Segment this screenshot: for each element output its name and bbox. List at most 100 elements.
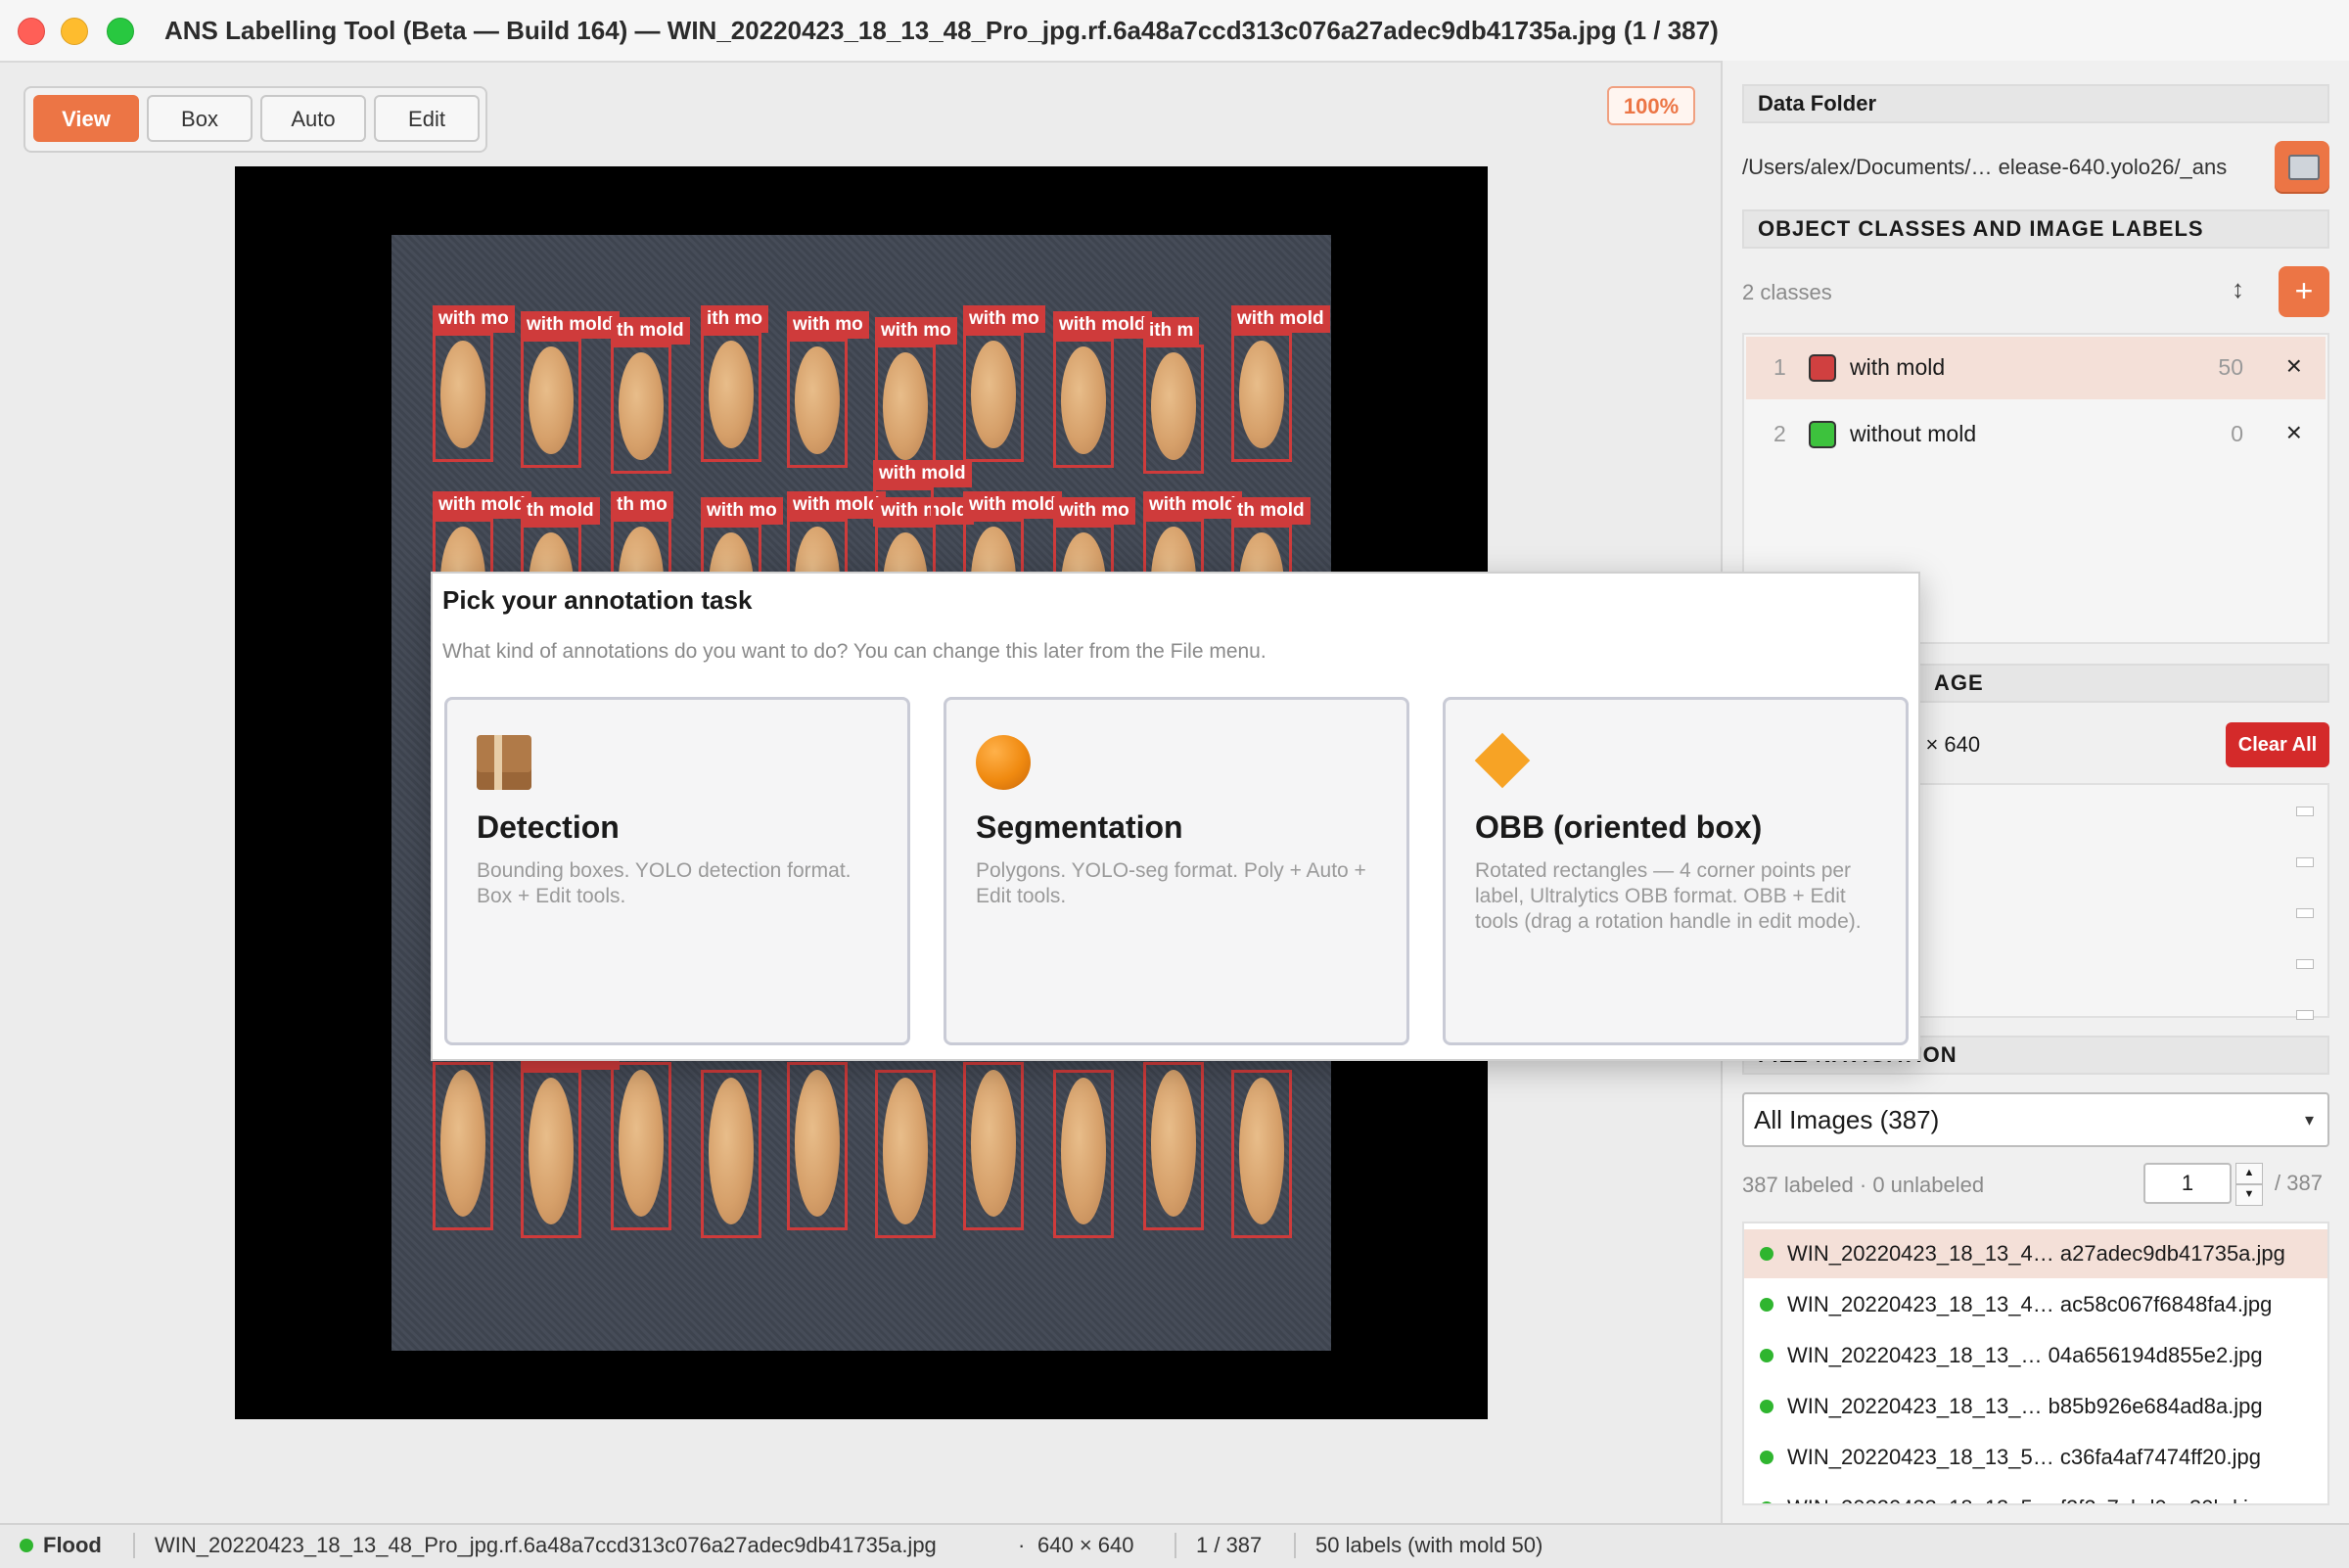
file-name: WIN_20220423_18_13_… b85b926e684ad8a.jpg: [1787, 1394, 2263, 1418]
box-label: with mold: [963, 491, 1062, 519]
bounding-box[interactable]: [701, 1070, 761, 1238]
sort-icon[interactable]: ↕: [2232, 274, 2244, 304]
bounding-box[interactable]: [1231, 1070, 1292, 1238]
image-header-text: AGE: [1934, 670, 1984, 695]
data-folder-header: Data Folder: [1742, 84, 2329, 123]
folder-path: /Users/alex/Documents/… elease-640.yolo2…: [1742, 155, 2228, 179]
bounding-box[interactable]: [873, 487, 934, 527]
card-title: Segmentation: [976, 809, 1183, 845]
zoom-window-button[interactable]: [107, 18, 134, 45]
mode-toolbar: View Box Auto Edit: [23, 86, 487, 153]
bounding-box[interactable]: [787, 339, 848, 468]
class-color-swatch[interactable]: [1809, 354, 1836, 382]
box-label: with mo: [701, 497, 783, 525]
label-row-handle[interactable]: [2296, 959, 2314, 969]
app-window: ANS Labelling Tool (Beta — Build 164) — …: [0, 0, 2349, 1568]
file-name: WIN_20220423_18_13_4… a27adec9db41735a.j…: [1787, 1241, 2285, 1266]
status-dot-separator: ·: [1018, 1533, 1026, 1557]
image-filter-select[interactable]: All Images (387) ▾: [1742, 1092, 2329, 1147]
status-bar: Flood WIN_20220423_18_13_48_Pro_jpg.rf.6…: [0, 1523, 2349, 1568]
file-row[interactable]: WIN_20220423_18_13_… b85b926e684ad8a.jpg: [1744, 1382, 2327, 1431]
file-row[interactable]: WIN_20220423_18_13_5… f2f2c7ebd0ca30bd.j…: [1744, 1484, 2327, 1503]
edit-mode-button[interactable]: Edit: [374, 95, 480, 142]
file-name: WIN_20220423_18_13_5… f2f2c7ebd0ca30bd.j…: [1787, 1496, 2272, 1503]
page-number-input[interactable]: 1: [2143, 1163, 2232, 1204]
labeled-status-dot: [1760, 1298, 1773, 1312]
close-window-button[interactable]: [18, 18, 45, 45]
box-label: with mold: [787, 491, 886, 519]
status-mode: Flood: [43, 1533, 102, 1557]
labeled-status-dot: [1760, 1247, 1773, 1261]
stepper-down-icon[interactable]: ▼: [2235, 1184, 2263, 1206]
class-count: 50: [2218, 354, 2243, 380]
labeled-status-dot: [1760, 1400, 1773, 1413]
class-color-swatch[interactable]: [1809, 421, 1836, 448]
classes-count: 2 classes: [1742, 280, 1832, 304]
add-class-button[interactable]: +: [2279, 266, 2329, 317]
label-row-handle[interactable]: [2296, 1010, 2314, 1020]
bounding-box[interactable]: [611, 1062, 671, 1230]
bounding-box[interactable]: [1143, 1062, 1204, 1230]
classes-header: OBJECT CLASSES AND IMAGE LABELS: [1742, 209, 2329, 249]
box-label: th mold: [521, 497, 600, 525]
segmentation-task-card[interactable]: Segmentation Polygons. YOLO-seg format. …: [944, 697, 1409, 1045]
bounding-box[interactable]: [433, 1062, 493, 1230]
bounding-box[interactable]: [1231, 333, 1292, 462]
bounding-box[interactable]: [1053, 1070, 1114, 1238]
image-size: ) × 640: [1912, 732, 1981, 757]
bounding-box[interactable]: [521, 339, 581, 468]
label-row-handle[interactable]: [2296, 857, 2314, 867]
zoom-level[interactable]: 100%: [1607, 86, 1695, 125]
stepper-up-icon[interactable]: ▲: [2235, 1163, 2263, 1184]
status-divider: [133, 1533, 135, 1558]
file-row[interactable]: WIN_20220423_18_13_4… ac58c067f6848fa4.j…: [1744, 1280, 2327, 1329]
bounding-box[interactable]: [963, 1062, 1024, 1230]
bounding-box[interactable]: [963, 333, 1024, 462]
box-label: th mold: [611, 317, 690, 345]
box-label: th mo: [611, 491, 673, 519]
bounding-box[interactable]: [433, 333, 493, 462]
box-mode-button[interactable]: Box: [147, 95, 253, 142]
bounding-box[interactable]: [701, 333, 761, 462]
filter-value: All Images (387): [1754, 1105, 1940, 1134]
class-row[interactable]: 2 without mold 0 ×: [1746, 403, 2326, 466]
box-label: with mold: [1231, 305, 1330, 333]
status-dot: [20, 1539, 33, 1552]
card-description: Rotated rectangles — 4 corner points per…: [1475, 859, 1862, 933]
dialog-title: Pick your annotation task: [442, 585, 753, 615]
package-icon: [477, 735, 531, 790]
bounding-box[interactable]: [1143, 345, 1204, 474]
bounding-box[interactable]: [521, 1070, 581, 1238]
bounding-box[interactable]: [787, 1062, 848, 1230]
status-dimensions: 640 × 640: [1037, 1533, 1134, 1557]
box-label: with mo: [787, 311, 869, 339]
label-row-handle[interactable]: [2296, 807, 2314, 816]
remove-class-icon[interactable]: ×: [2286, 417, 2302, 448]
file-row[interactable]: WIN_20220423_18_13_5… c36fa4af7474ff20.j…: [1744, 1433, 2327, 1482]
box-label: with mo: [875, 317, 957, 345]
bounding-box[interactable]: [875, 345, 936, 474]
detection-task-card[interactable]: Detection Bounding boxes. YOLO detection…: [444, 697, 910, 1045]
box-label: with mold: [433, 491, 531, 519]
label-row-handle[interactable]: [2296, 908, 2314, 918]
bounding-box[interactable]: [1053, 339, 1114, 468]
bounding-box[interactable]: [611, 345, 671, 474]
open-folder-button[interactable]: [2275, 141, 2329, 192]
auto-mode-button[interactable]: Auto: [260, 95, 366, 142]
orange-circle-icon: [976, 735, 1031, 790]
file-row[interactable]: WIN_20220423_18_13_4… a27adec9db41735a.j…: [1744, 1229, 2327, 1278]
obb-task-card[interactable]: OBB (oriented box) Rotated rectangles — …: [1443, 697, 1909, 1045]
box-label: with mo: [1053, 497, 1135, 525]
box-label: with mold: [1143, 491, 1242, 519]
page-stepper[interactable]: ▲ ▼: [2235, 1163, 2263, 1206]
chevron-down-icon: ▾: [2304, 1110, 2314, 1130]
view-mode-button[interactable]: View: [33, 95, 139, 142]
minimize-window-button[interactable]: [61, 18, 88, 45]
clear-all-button[interactable]: Clear All: [2226, 722, 2329, 767]
bounding-box[interactable]: [875, 1070, 936, 1238]
remove-class-icon[interactable]: ×: [2286, 350, 2302, 382]
status-labels: 50 labels (with mold 50): [1315, 1533, 1543, 1557]
class-row[interactable]: 1 with mold 50 ×: [1746, 337, 2326, 399]
file-row[interactable]: WIN_20220423_18_13_… 04a656194d855e2.jpg: [1744, 1331, 2327, 1380]
labeled-status-dot: [1760, 1501, 1773, 1503]
